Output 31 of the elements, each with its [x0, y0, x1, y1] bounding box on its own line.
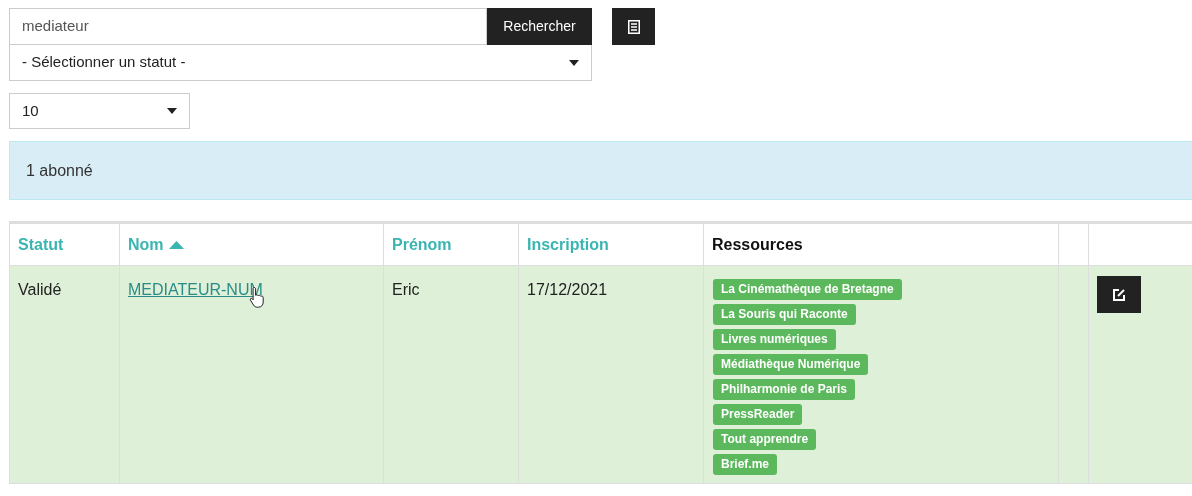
column-header[interactable]: Inscription — [518, 222, 704, 266]
search-field[interactable]: mediateur — [9, 8, 487, 45]
resource-tag: La Cinémathèque de Bretagne — [713, 279, 902, 300]
resource-tag: Brief.me — [713, 454, 778, 475]
table-cell: Validé — [18, 281, 62, 298]
list-icon — [627, 19, 640, 34]
edit-button[interactable] — [1097, 276, 1141, 313]
resource-tag: Médiathèque Numérique — [713, 354, 869, 375]
resource-tag: La Souris qui Raconte — [713, 304, 856, 325]
status-select[interactable]: - Sélectionner un statut - — [9, 45, 592, 81]
edit-icon — [1112, 287, 1126, 302]
table-cell: Eric — [392, 281, 420, 298]
caret-icon — [569, 59, 579, 66]
caret-icon — [167, 108, 177, 114]
resource-tag: Livres numériques — [713, 329, 836, 350]
name-link[interactable]: MEDIATEUR-NUM — [128, 281, 263, 298]
resource-tag: Tout apprendre — [713, 429, 817, 450]
select-value: - Sélectionner un statut - — [22, 52, 186, 73]
result-count-text: 1 abonné — [26, 160, 93, 181]
list-icon-button[interactable] — [612, 8, 655, 45]
search-button[interactable]: Rechercher — [487, 8, 592, 45]
column-header[interactable]: Prénom — [383, 222, 519, 266]
resource-tag: PressReader — [713, 404, 803, 425]
select-value: 10 — [22, 100, 39, 121]
column-header[interactable]: Statut — [9, 222, 120, 266]
column-header[interactable]: Nom — [119, 222, 384, 266]
column-header: Ressources — [703, 222, 1059, 266]
resource-tag: Philharmonie de Paris — [713, 379, 856, 400]
page-size-select[interactable]: 10 — [9, 93, 190, 129]
sort-ascending-icon — [168, 240, 184, 249]
table-cell: 17/12/2021 — [527, 281, 608, 298]
